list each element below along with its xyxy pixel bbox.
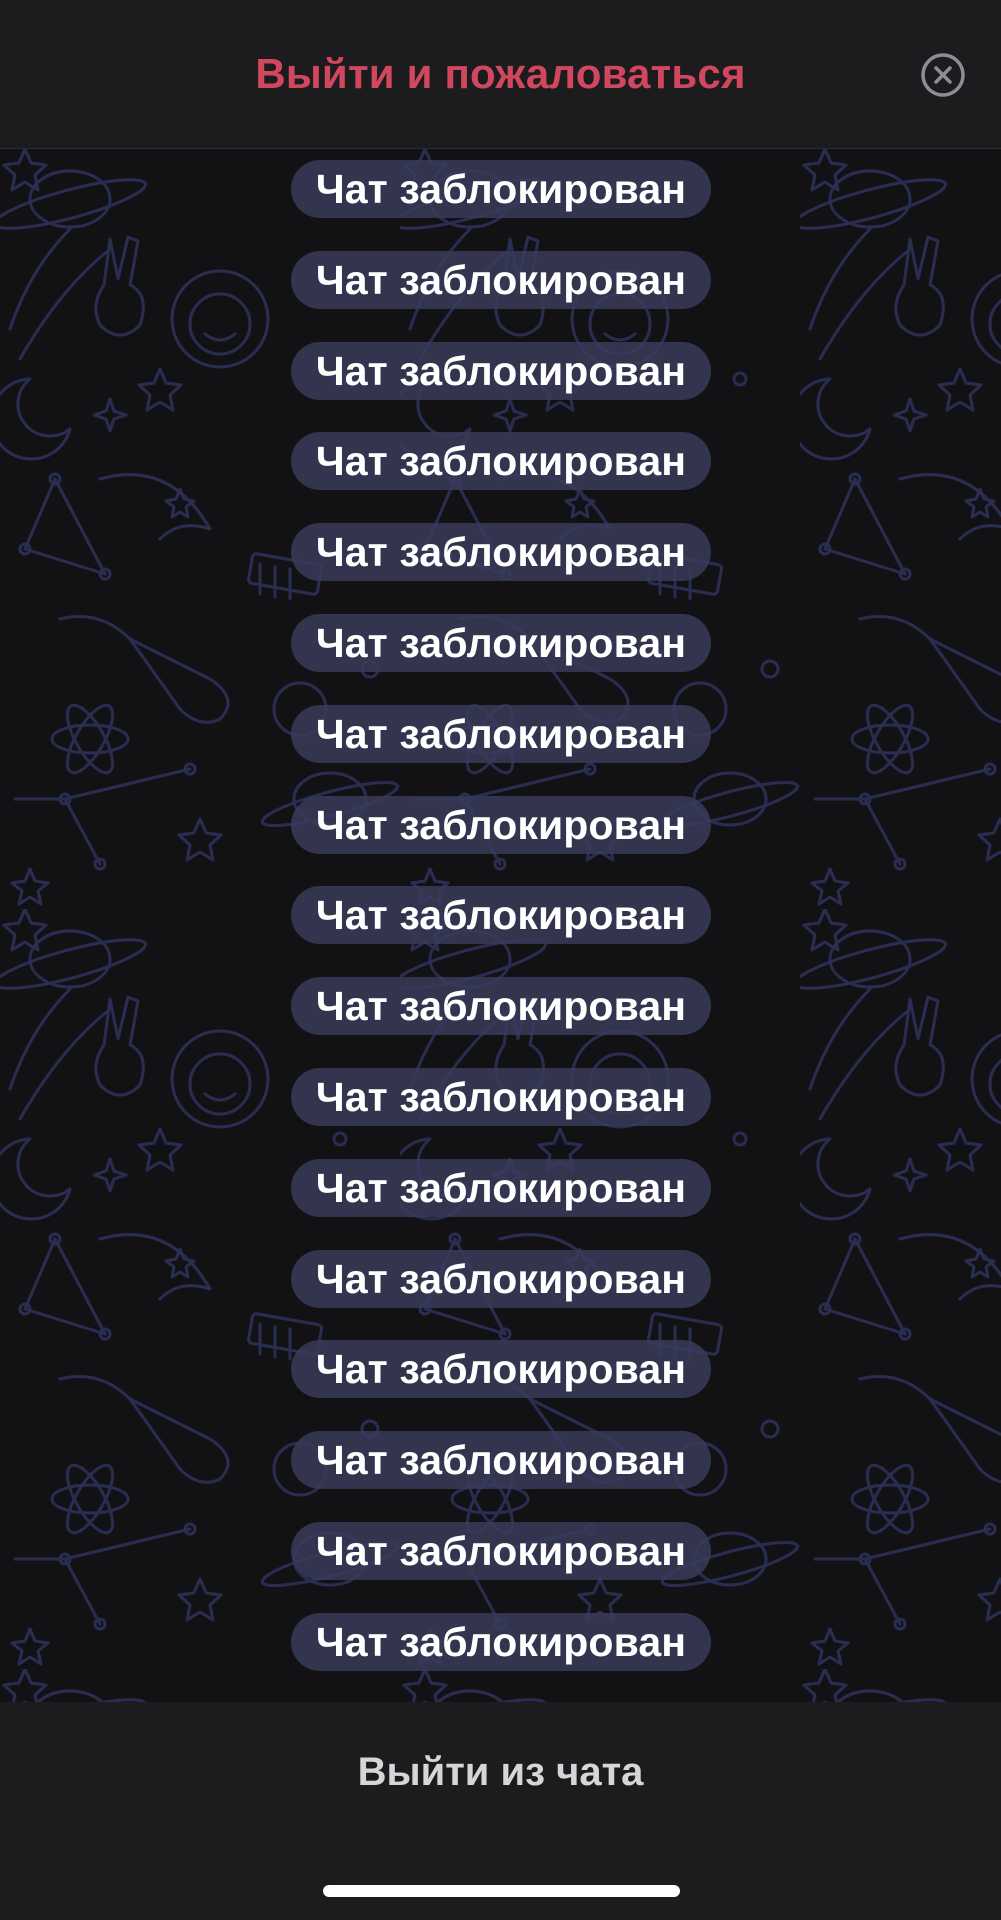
blocked-chat-message: Чат заблокирован <box>291 160 711 218</box>
blocked-chat-message: Чат заблокирован <box>291 886 711 944</box>
blocked-chat-message: Чат заблокирован <box>291 1068 711 1126</box>
blocked-chat-message: Чат заблокирован <box>291 432 711 490</box>
bottom-bar: Выйти из чата <box>0 1702 1001 1920</box>
leave-chat-button[interactable]: Выйти из чата <box>250 1732 751 1812</box>
screen: Выйти и пожаловаться Чат заблокирован Ча… <box>0 0 1001 1920</box>
blocked-messages-list: Чат заблокирован Чат заблокирован Чат за… <box>0 149 1001 1702</box>
blocked-chat-message: Чат заблокирован <box>291 342 711 400</box>
blocked-chat-message: Чат заблокирован <box>291 251 711 309</box>
blocked-chat-message: Чат заблокирован <box>291 614 711 672</box>
close-icon[interactable] <box>920 52 966 98</box>
blocked-chat-message: Чат заблокирован <box>291 1613 711 1671</box>
blocked-chat-message: Чат заблокирован <box>291 1340 711 1398</box>
top-bar: Выйти и пожаловаться <box>0 0 1001 149</box>
blocked-chat-message: Чат заблокирован <box>291 705 711 763</box>
blocked-chat-message: Чат заблокирован <box>291 1250 711 1308</box>
blocked-chat-message: Чат заблокирован <box>291 1431 711 1489</box>
blocked-chat-message: Чат заблокирован <box>291 1522 711 1580</box>
blocked-chat-message: Чат заблокирован <box>291 977 711 1035</box>
blocked-chat-message: Чат заблокирован <box>291 523 711 581</box>
blocked-chat-message: Чат заблокирован <box>291 796 711 854</box>
report-and-leave-title[interactable]: Выйти и пожаловаться <box>0 50 1001 98</box>
chat-area[interactable]: Чат заблокирован Чат заблокирован Чат за… <box>0 149 1001 1702</box>
blocked-chat-message: Чат заблокирован <box>291 1159 711 1217</box>
home-indicator[interactable] <box>323 1885 680 1897</box>
